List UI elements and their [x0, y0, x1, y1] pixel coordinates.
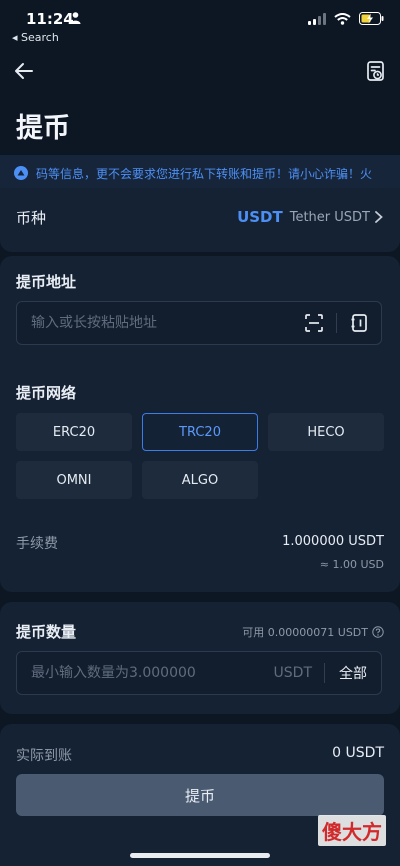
amount-unit: USDT: [273, 665, 312, 681]
address-book-icon[interactable]: [349, 313, 369, 333]
status-time: 11:24: [26, 10, 74, 28]
amount-label: 提币数量: [16, 623, 77, 641]
withdraw-record-icon[interactable]: [364, 59, 388, 83]
max-all-button[interactable]: 全部: [324, 663, 381, 683]
scan-qr-icon[interactable]: [304, 313, 324, 333]
withdraw-submit-button[interactable]: 提币: [16, 774, 384, 816]
network-label: 提币网络: [16, 384, 77, 402]
available-balance: 可用 0.00000071 USDT: [242, 624, 384, 640]
coin-label: 币种: [16, 209, 47, 227]
network-option-omni[interactable]: OMNI: [16, 461, 132, 499]
receive-value: 0 USDT: [332, 745, 384, 761]
input-divider: [336, 313, 337, 333]
available-text: 可用 0.00000071 USDT: [242, 626, 368, 639]
coin-selector[interactable]: USDT Tether USDT: [237, 208, 384, 226]
person-icon: [70, 12, 81, 24]
notice-text: 码等信息，更不会要求您进行私下转账和提币！请小心诈骗！火: [36, 166, 373, 181]
fee-value: 1.000000 USDT: [282, 534, 384, 549]
receive-label: 实际到账: [16, 748, 72, 764]
help-icon[interactable]: [372, 626, 384, 638]
home-indicator[interactable]: [130, 853, 270, 858]
address-field[interactable]: [16, 301, 382, 345]
network-option-heco[interactable]: HECO: [268, 413, 384, 451]
watermark: 傻大方: [318, 815, 386, 846]
amount-field[interactable]: USDT 全部: [16, 651, 382, 695]
coin-name: Tether USDT: [289, 209, 370, 225]
battery-charging-icon: [359, 12, 384, 25]
amount-input[interactable]: [29, 664, 274, 682]
address-input[interactable]: [29, 314, 304, 332]
back-arrow-icon[interactable]: [12, 59, 36, 83]
fee-label: 手续费: [16, 536, 58, 552]
network-option-algo[interactable]: ALGO: [142, 461, 258, 499]
page-title: 提币: [16, 113, 70, 144]
status-icons: [308, 12, 384, 25]
network-option-trc20[interactable]: TRC20: [142, 413, 258, 451]
wifi-icon: [334, 12, 351, 25]
network-option-erc20[interactable]: ERC20: [16, 413, 132, 451]
fee-approx: ≈ 1.00 USD: [319, 558, 384, 571]
back-to-search-link[interactable]: ◂ Search: [12, 31, 59, 44]
chevron-right-icon: [375, 211, 383, 223]
security-notice: 码等信息，更不会要求您进行私下转账和提币！请小心诈骗！火: [0, 155, 400, 191]
signal-icon: [308, 12, 326, 25]
address-label: 提币地址: [16, 273, 77, 291]
notice-icon: [14, 166, 28, 180]
coin-symbol: USDT: [237, 208, 283, 226]
